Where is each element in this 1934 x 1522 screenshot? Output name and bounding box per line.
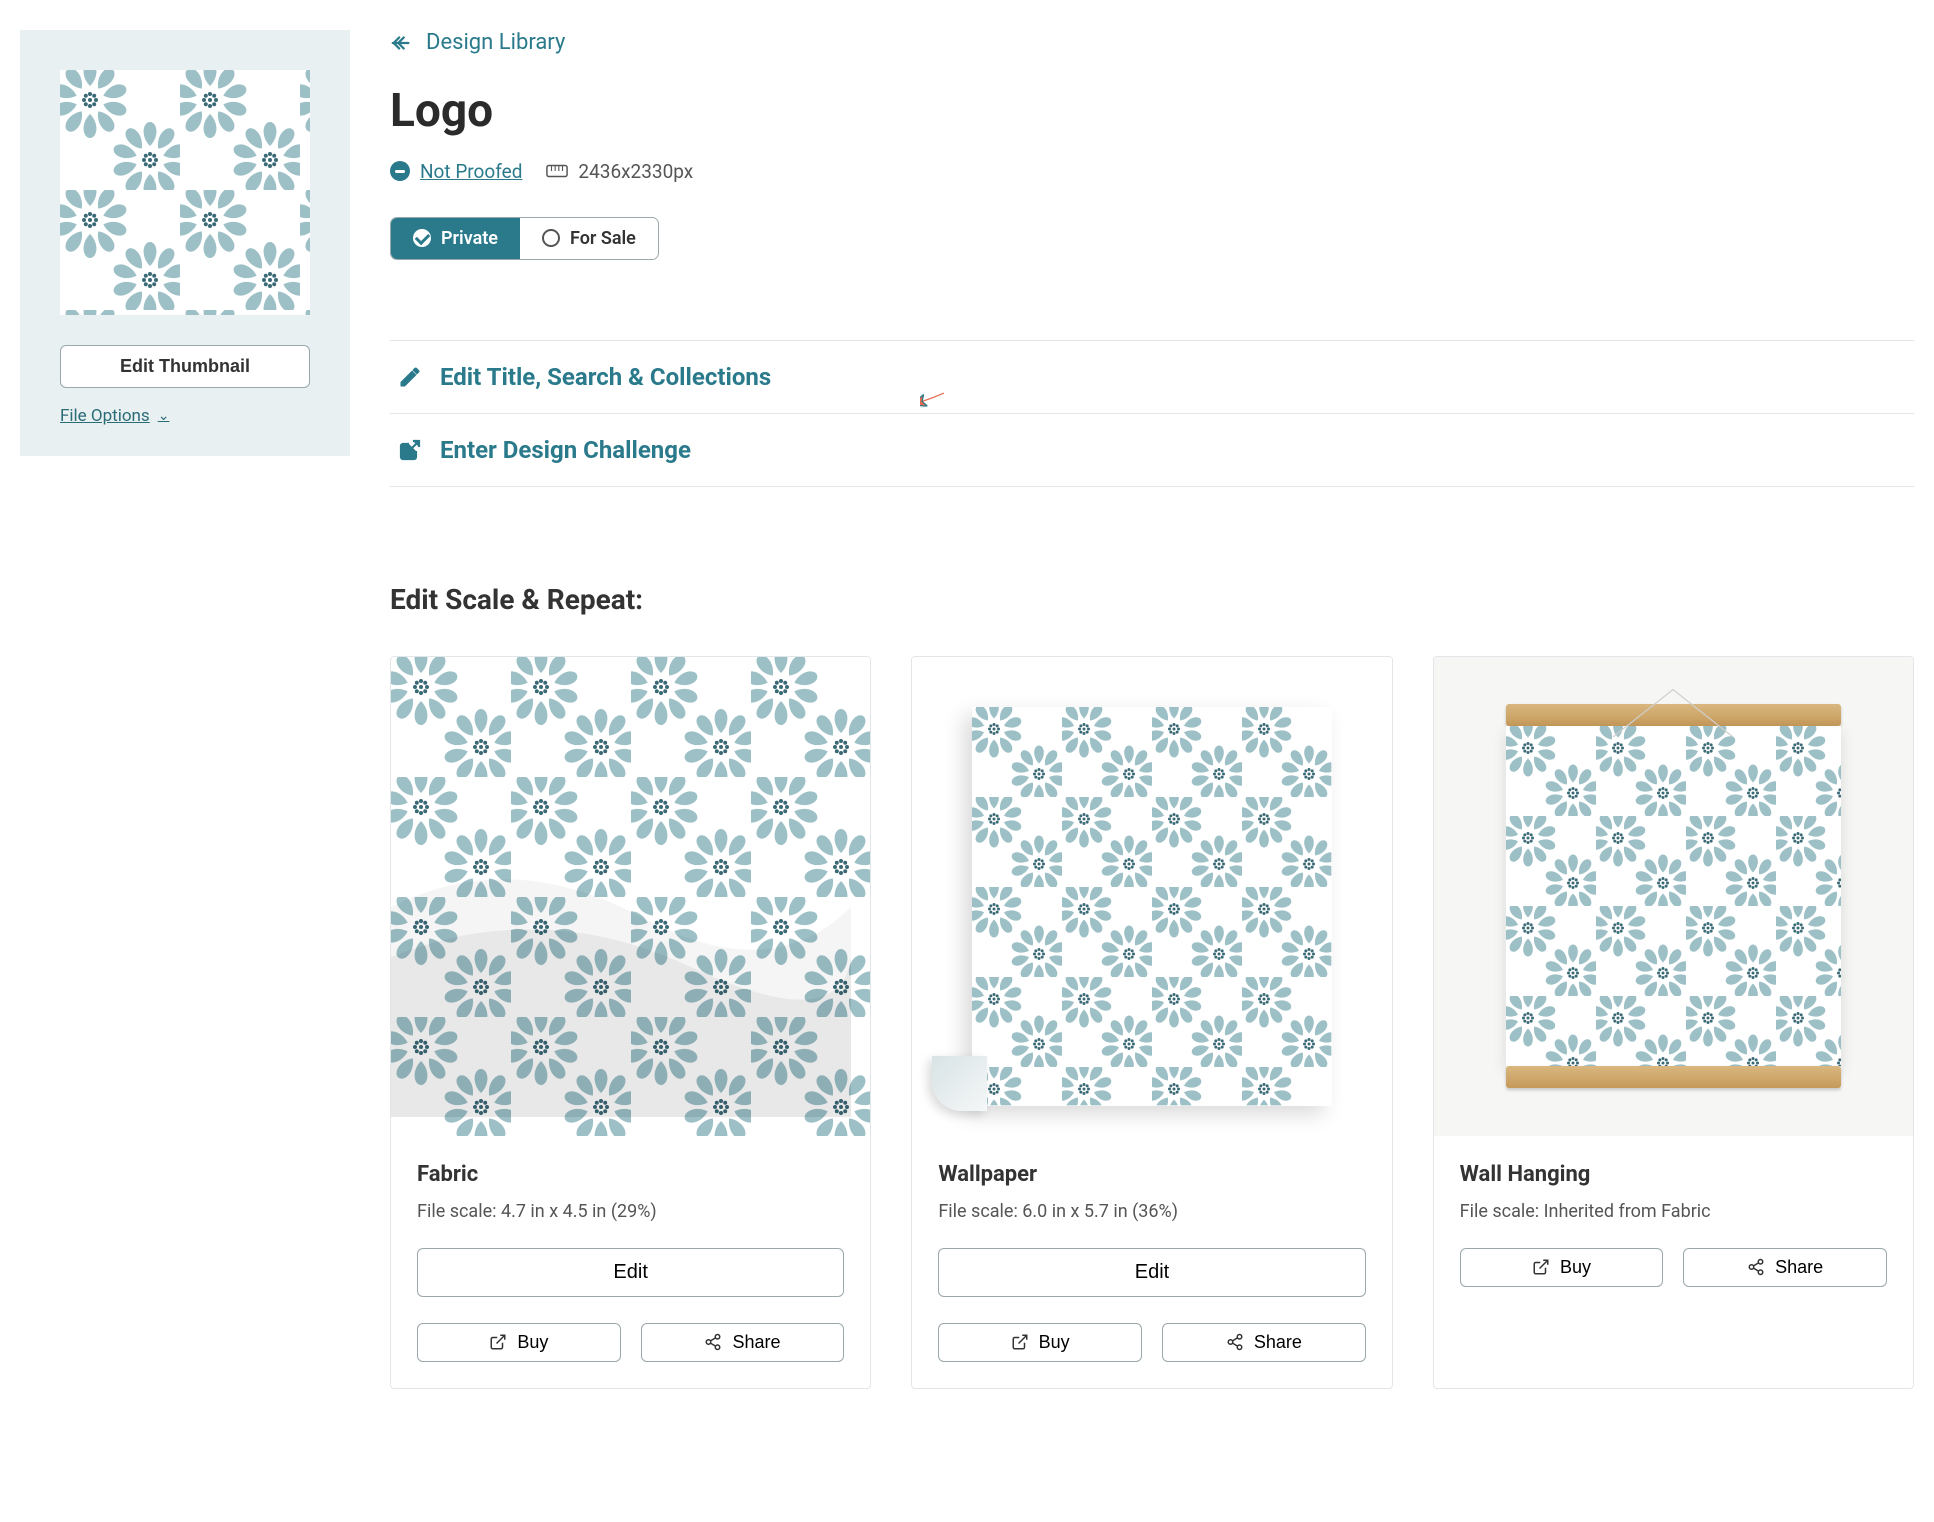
radio-unchecked-icon — [542, 229, 560, 247]
hanging-cloth — [1506, 726, 1842, 1066]
visibility-option-label: Private — [441, 228, 498, 249]
edit-fabric-button[interactable]: Edit — [417, 1248, 844, 1297]
buy-wallpaper-button[interactable]: Buy — [938, 1323, 1142, 1362]
page-title: Logo — [390, 84, 1914, 138]
share-label: Share — [732, 1332, 780, 1353]
buy-fabric-button[interactable]: Buy — [417, 1323, 621, 1362]
product-cards: Fabric File scale:4.7 in x 4.5 in (29%) … — [390, 656, 1914, 1389]
share-icon — [704, 1333, 722, 1351]
share-icon — [1747, 1258, 1765, 1276]
scale-prefix: File scale: — [938, 1201, 1022, 1222]
visibility-option-private[interactable]: Private — [391, 218, 520, 259]
buy-wall-hanging-button[interactable]: Buy — [1460, 1248, 1664, 1287]
product-card-wall-hanging: Wall Hanging File scale:Inherited from F… — [1433, 656, 1914, 1389]
file-options-dropdown[interactable]: File Options ⌄ — [60, 406, 169, 426]
design-thumbnail — [60, 70, 310, 315]
arrow-left-icon — [390, 32, 412, 54]
ruler-icon — [546, 163, 568, 179]
scale-prefix: File scale: — [1460, 1201, 1544, 1222]
edit-wallpaper-button[interactable]: Edit — [938, 1248, 1365, 1297]
buy-label: Buy — [517, 1332, 548, 1353]
product-file-scale: File scale:4.7 in x 4.5 in (29%) — [417, 1201, 844, 1222]
dimensions: 2436x2330px — [546, 160, 693, 183]
product-name: Wallpaper — [938, 1162, 1365, 1187]
product-file-scale: File scale:6.0 in x 5.7 in (36%) — [938, 1201, 1365, 1222]
visibility-option-for-sale[interactable]: For Sale — [520, 218, 658, 259]
share-wall-hanging-button[interactable]: Share — [1683, 1248, 1887, 1287]
visibility-option-label: For Sale — [570, 228, 636, 249]
scale-prefix: File scale: — [417, 1201, 501, 1222]
product-name: Fabric — [417, 1162, 844, 1187]
share-fabric-button[interactable]: Share — [641, 1323, 845, 1362]
action-label: Enter Design Challenge — [440, 436, 691, 464]
buy-label: Buy — [1560, 1257, 1591, 1278]
external-link-icon — [398, 438, 422, 462]
product-preview-fabric — [391, 657, 870, 1136]
product-card-fabric: Fabric File scale:4.7 in x 4.5 in (29%) … — [390, 656, 871, 1389]
hanger-strings — [1515, 687, 1831, 737]
edit-title-search-collections[interactable]: Edit Title, Search & Collections — [390, 341, 1914, 414]
pattern-preview — [60, 70, 310, 315]
product-name: Wall Hanging — [1460, 1162, 1887, 1187]
pencil-icon — [398, 365, 422, 389]
share-wallpaper-button[interactable]: Share — [1162, 1323, 1366, 1362]
edit-scale-repeat-title: Edit Scale & Repeat: — [390, 583, 1914, 616]
buy-label: Buy — [1039, 1332, 1070, 1353]
external-link-icon — [1532, 1258, 1550, 1276]
chevron-down-icon: ⌄ — [158, 408, 170, 424]
scale-value: Inherited from Fabric — [1544, 1201, 1711, 1222]
scale-value: 6.0 in x 5.7 in (36%) — [1022, 1201, 1178, 1222]
main-content: Design Library Logo Not Proofed 2436x233… — [390, 30, 1914, 1389]
product-preview-wallpaper — [912, 657, 1391, 1136]
share-label: Share — [1254, 1332, 1302, 1353]
back-to-design-library-link[interactable]: Design Library — [390, 30, 565, 55]
enter-design-challenge[interactable]: Enter Design Challenge — [390, 414, 1914, 487]
proof-status-label: Not Proofed — [420, 160, 522, 183]
design-actions: Edit Title, Search & Collections Enter D… — [390, 340, 1914, 487]
action-label: Edit Title, Search & Collections — [440, 363, 771, 391]
share-icon — [1226, 1333, 1244, 1351]
design-sidebar: Edit Thumbnail File Options ⌄ — [20, 30, 350, 1389]
scale-value: 4.7 in x 4.5 in (29%) — [501, 1201, 657, 1222]
bottom-wood-bar — [1506, 1066, 1842, 1088]
share-label: Share — [1775, 1257, 1823, 1278]
file-options-label: File Options — [60, 406, 150, 426]
product-preview-wall-hanging — [1434, 657, 1913, 1136]
back-link-label: Design Library — [426, 30, 565, 55]
proof-status[interactable]: Not Proofed — [390, 160, 522, 183]
edit-thumbnail-button[interactable]: Edit Thumbnail — [60, 345, 310, 388]
external-link-icon — [489, 1333, 507, 1351]
dimensions-value: 2436x2330px — [578, 160, 693, 183]
design-meta: Not Proofed 2436x2330px — [390, 160, 1914, 183]
visibility-toggle: Private For Sale — [390, 217, 659, 260]
radio-checked-icon — [413, 229, 431, 247]
external-link-icon — [1011, 1333, 1029, 1351]
product-file-scale: File scale:Inherited from Fabric — [1460, 1201, 1887, 1222]
minus-circle-icon — [390, 161, 410, 181]
product-card-wallpaper: Wallpaper File scale:6.0 in x 5.7 in (36… — [911, 656, 1392, 1389]
sidebar-box: Edit Thumbnail File Options ⌄ — [20, 30, 350, 456]
